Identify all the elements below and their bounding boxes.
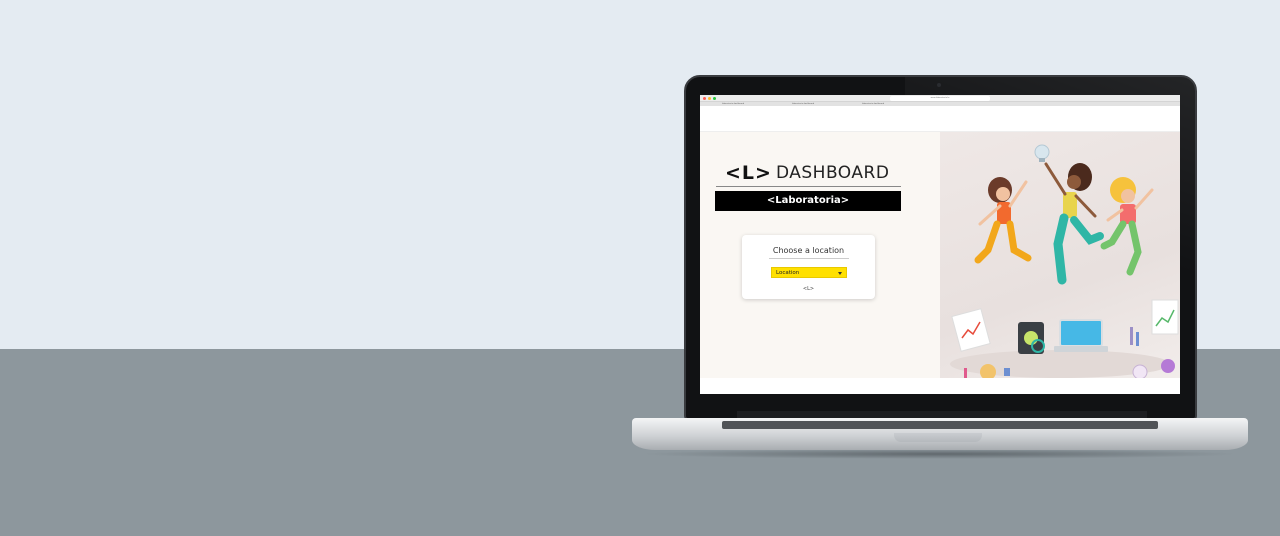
address-bar[interactable]: www.laboratoria.la (890, 96, 990, 101)
location-select[interactable]: Location (771, 267, 847, 278)
chart-icon (951, 308, 991, 352)
dashboard-logo: <L> DASHBOARD (725, 161, 897, 185)
minimize-window-icon[interactable] (708, 97, 711, 100)
camera-icon (937, 83, 941, 87)
location-card: Choose a location Location <L> (742, 235, 875, 299)
card-footer-logo: <L> (802, 286, 815, 292)
page-footer (700, 378, 1180, 394)
jumping-people-illustration (950, 144, 1179, 380)
logo-mark: <L> (725, 162, 772, 184)
chart-icon (1151, 299, 1179, 335)
laptop-keyboard-edge (722, 421, 1158, 429)
select-value: Location (776, 270, 800, 276)
laptop-screen: www.laboratoria.la laboratoria dashboard… (700, 95, 1180, 394)
lightbulb-icon (1024, 331, 1038, 345)
browser-toolbar: www.laboratoria.la (700, 95, 1180, 102)
lightbulb-icon (1034, 144, 1050, 162)
laptop-shadow (640, 449, 1240, 459)
laptop-opening-notch (894, 433, 982, 442)
page-header (700, 106, 1180, 132)
figure-green (1100, 177, 1154, 276)
figure-orange (974, 177, 1032, 264)
logo-title: DASHBOARD (775, 163, 890, 183)
laptop-illustration-icon (1059, 319, 1103, 347)
divider (716, 186, 901, 187)
brand-banner: <Laboratoria> (715, 191, 901, 211)
hero-illustration (940, 132, 1180, 380)
figure-teal (1044, 162, 1104, 285)
caret-down-icon (838, 272, 842, 275)
card-title: Choose a location (772, 246, 845, 255)
close-window-icon[interactable] (703, 97, 706, 100)
divider (769, 258, 849, 259)
maximize-window-icon[interactable] (713, 97, 716, 100)
